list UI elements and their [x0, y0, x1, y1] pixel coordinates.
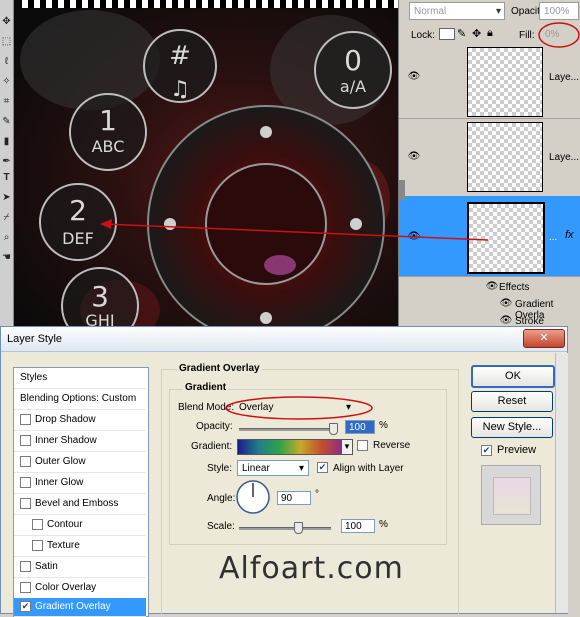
ok-button[interactable]: OK: [471, 365, 555, 388]
style-item-drop-shadow[interactable]: Drop Shadow: [14, 410, 146, 431]
style-item-label: Inner Glow: [35, 477, 84, 488]
percent-sign: %: [379, 519, 388, 530]
align-label: Align with Layer: [333, 463, 404, 474]
chevron-down-icon[interactable]: ▼: [341, 439, 353, 455]
style-item-contour[interactable]: Contour: [14, 515, 146, 536]
close-icon[interactable]: ✕: [523, 329, 565, 348]
checkbox[interactable]: [20, 497, 31, 509]
checkbox[interactable]: [20, 434, 31, 446]
angle-label: Angle:: [207, 493, 236, 504]
chevron-down-icon: ▾: [298, 463, 304, 474]
style-item-inner-shadow[interactable]: Inner Shadow: [14, 431, 146, 452]
scale-value: 100: [345, 521, 362, 532]
preview-swatch-frame: [481, 465, 541, 525]
style-item-inner-glow[interactable]: Inner Glow: [14, 473, 146, 494]
style-item-satin[interactable]: Satin: [14, 557, 146, 578]
group-title: Gradient: [183, 382, 229, 393]
style-value: Linear: [242, 463, 270, 474]
opacity-slider-handle[interactable]: [329, 423, 338, 435]
scale-input[interactable]: 100: [341, 519, 375, 533]
watermark: Alfoart.com: [219, 551, 404, 586]
blending-options[interactable]: Blending Options: Custom: [14, 389, 146, 410]
styles-list: Styles Blending Options: Custom Drop Sha…: [13, 367, 149, 617]
style-item-outer-glow[interactable]: Outer Glow: [14, 452, 146, 473]
style-item-color-overlay[interactable]: Color Overlay: [14, 578, 146, 599]
opacity-value: 100: [349, 422, 366, 433]
reset-button[interactable]: Reset: [471, 391, 553, 412]
checkbox[interactable]: [32, 539, 43, 551]
opacity-input[interactable]: 100: [345, 420, 375, 434]
styles-header[interactable]: Styles: [14, 368, 146, 389]
scale-slider[interactable]: [239, 527, 331, 530]
new-style-button[interactable]: New Style...: [471, 417, 553, 438]
style-item-label: Color Overlay: [35, 582, 97, 593]
style-item-texture[interactable]: Texture: [14, 536, 146, 557]
gradient-preview-bar[interactable]: [237, 439, 343, 455]
preview-swatch: [493, 477, 531, 515]
reverse-checkbox[interactable]: [357, 440, 368, 451]
style-item-label: Satin: [35, 561, 58, 572]
angle-value: 90: [281, 493, 293, 504]
style-item-label: Outer Glow: [35, 456, 86, 467]
degree-sign: °: [315, 489, 319, 500]
style-item-bevel-emboss[interactable]: Bevel and Emboss: [14, 494, 146, 515]
checkbox-checked[interactable]: ✔: [20, 600, 31, 612]
style-item-label: Drop Shadow: [35, 414, 96, 425]
style-item-label: Contour: [47, 519, 83, 530]
opacity-label: Opacity:: [196, 421, 233, 432]
style-item-label: Inner Shadow: [35, 435, 97, 446]
scale-slider-handle[interactable]: [294, 522, 303, 534]
style-label: Style:: [207, 463, 233, 474]
preview-checkbox-checked[interactable]: ✔: [481, 445, 492, 456]
style-item-label: Bevel and Emboss: [35, 498, 119, 509]
annotation-arrow: [100, 219, 489, 241]
reverse-label: Reverse: [373, 440, 411, 451]
style-item-gradient-overlay[interactable]: ✔ Gradient Overlay: [14, 598, 146, 617]
style-item-label: Gradient Overlay: [35, 601, 111, 612]
scrollbar[interactable]: [555, 353, 568, 613]
checkbox[interactable]: [32, 518, 43, 530]
checkbox[interactable]: [20, 455, 31, 467]
checkbox[interactable]: [20, 581, 31, 593]
dialog-titlebar[interactable]: Layer Style ✕: [1, 327, 567, 352]
checkbox[interactable]: [20, 413, 31, 425]
section-title: Gradient Overlay: [177, 363, 262, 374]
style-dropdown[interactable]: Linear ▾: [237, 460, 309, 476]
dialog-title: Layer Style: [7, 333, 63, 345]
scale-label: Scale:: [207, 521, 235, 532]
checkbox[interactable]: [20, 560, 31, 572]
align-checkbox-checked[interactable]: ✔: [317, 462, 328, 473]
annotation-circle: [225, 396, 373, 420]
gradient-label: Gradient:: [191, 441, 233, 452]
style-item-label: Texture: [47, 540, 80, 551]
preview-label: Preview: [497, 444, 537, 456]
opacity-slider[interactable]: [239, 428, 335, 431]
layer-style-dialog: Layer Style ✕ Styles Blending Options: C…: [0, 326, 568, 617]
checkbox[interactable]: [20, 476, 31, 488]
angle-input[interactable]: 90: [277, 491, 311, 505]
percent-sign: %: [379, 420, 388, 431]
angle-dial[interactable]: [235, 479, 271, 515]
